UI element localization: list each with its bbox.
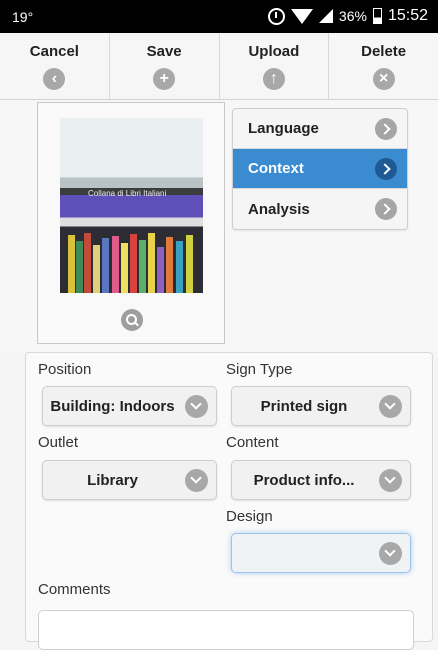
- photo-book: [102, 238, 109, 293]
- sign-type-select[interactable]: Printed sign: [231, 386, 411, 426]
- photo-book: [139, 240, 146, 293]
- zoom-icon[interactable]: [121, 309, 143, 331]
- sign-photo[interactable]: Collana di Libri Italiani: [60, 118, 203, 293]
- photo-card: Collana di Libri Italiani: [37, 102, 225, 344]
- photo-book: [68, 235, 75, 293]
- status-icons: 36% 15:52: [267, 7, 428, 25]
- cancel-label: Cancel: [29, 43, 79, 60]
- content-select[interactable]: Product info...: [231, 460, 411, 500]
- action-toolbar: Cancel ‹ Save + Upload ↑ Delete ×: [0, 33, 438, 100]
- position-label: Position: [38, 361, 92, 378]
- photo-book: [157, 247, 164, 293]
- cancel-button[interactable]: Cancel ‹: [0, 33, 110, 99]
- menu-item-language[interactable]: Language: [233, 109, 407, 149]
- temperature-text: 19°: [12, 9, 34, 25]
- design-label: Design: [226, 508, 273, 525]
- outlet-select[interactable]: Library: [42, 460, 217, 500]
- menu-item-label: Analysis: [248, 200, 310, 218]
- up-arrow-icon: ↑: [262, 68, 285, 90]
- sign-type-value: Printed sign: [260, 397, 348, 415]
- delete-button[interactable]: Delete ×: [329, 33, 438, 99]
- upload-label: Upload: [248, 43, 300, 60]
- chevron-down-icon: [185, 395, 208, 418]
- content-value: Product info...: [253, 471, 355, 489]
- save-button[interactable]: Save +: [110, 33, 220, 99]
- status-bar: 19° 36% 15:52: [0, 0, 438, 33]
- photo-banner-text: Collana di Libri Italiani: [88, 189, 167, 198]
- outlet-label: Outlet: [38, 434, 79, 451]
- chevron-right-icon: [375, 157, 397, 180]
- save-label: Save: [146, 43, 182, 60]
- comments-label: Comments: [38, 581, 111, 598]
- chevron-down-icon: [185, 469, 208, 492]
- photo-book: [76, 241, 83, 293]
- chevron-down-icon: [379, 542, 402, 565]
- plus-icon: +: [153, 68, 176, 90]
- photo-book: [166, 237, 173, 293]
- context-form: Position Building: Indoors Sign Type Pri…: [25, 352, 433, 650]
- menu-item-analysis[interactable]: Analysis: [233, 189, 407, 229]
- photo-book: [112, 236, 119, 293]
- sign-type-label: Sign Type: [226, 361, 293, 378]
- chevron-right-icon: [375, 117, 397, 140]
- chevron-right-icon: [375, 198, 397, 220]
- content-label: Content: [226, 434, 279, 451]
- section-menu: Language Context Analysis: [232, 108, 408, 230]
- photo-book: [186, 235, 193, 293]
- photo-book: [176, 241, 183, 293]
- back-arrow-icon: ‹: [43, 68, 66, 90]
- menu-item-context[interactable]: Context: [233, 149, 407, 189]
- photo-book: [130, 234, 137, 293]
- photo-book: [121, 243, 128, 293]
- design-select[interactable]: [231, 533, 411, 573]
- chevron-down-icon: [379, 469, 402, 492]
- upload-button[interactable]: Upload ↑: [220, 33, 330, 99]
- chevron-down-icon: [379, 395, 402, 418]
- position-value: Building: Indoors: [50, 397, 175, 415]
- clock-time: 15:52: [387, 7, 428, 24]
- photo-book: [93, 245, 100, 293]
- position-select[interactable]: Building: Indoors: [42, 386, 217, 426]
- alarm-icon: [267, 7, 285, 25]
- main-panel: Collana di Libri Italiani Language Conte…: [0, 100, 438, 352]
- outlet-value: Library: [87, 471, 138, 489]
- battery-percent: 36%: [338, 8, 367, 24]
- signal-icon: [318, 9, 333, 23]
- menu-item-label: Language: [248, 120, 319, 137]
- wifi-icon: [290, 8, 313, 24]
- delete-label: Delete: [361, 43, 407, 60]
- battery-icon: [372, 8, 382, 24]
- photo-book: [84, 233, 91, 293]
- photo-book: [148, 233, 155, 293]
- close-icon: ×: [372, 68, 395, 90]
- menu-item-label: Context: [248, 160, 304, 177]
- comments-field[interactable]: [38, 610, 414, 650]
